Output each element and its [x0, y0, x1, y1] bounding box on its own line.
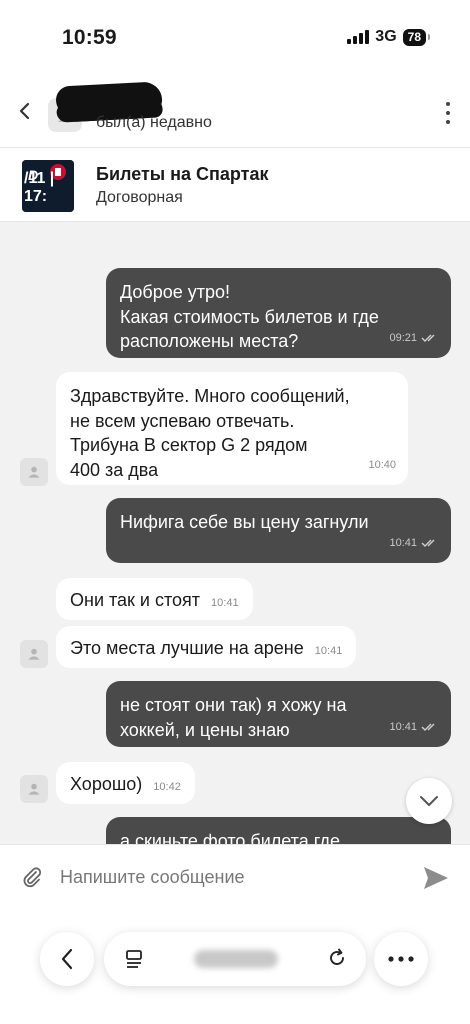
- message-time: 10:41: [314, 645, 343, 657]
- listing-title: Билеты на Спартак: [96, 164, 269, 184]
- more-horizontal-icon: [388, 956, 414, 962]
- message-time: 10:41: [211, 597, 239, 609]
- message-text: Это места лучшие на арене: [70, 638, 304, 658]
- back-arrow-icon[interactable]: [14, 100, 36, 122]
- paperclip-icon[interactable]: [20, 865, 44, 889]
- avatar[interactable]: [20, 640, 48, 668]
- read-check-icon: [421, 539, 435, 547]
- message-text: 400 за два: [70, 459, 159, 480]
- message-time: 10:42: [153, 781, 181, 793]
- message-meta: 10:41: [389, 715, 439, 740]
- listing-thumbnail: D /11 | 17:: [22, 160, 74, 212]
- message-text: Доброе утро!: [120, 282, 231, 302]
- more-vertical-icon[interactable]: [446, 102, 452, 124]
- read-check-icon: [421, 334, 435, 342]
- avatar[interactable]: [20, 458, 48, 486]
- battery-icon: 78: [402, 28, 431, 46]
- message-outgoing[interactable]: Нифига себе вы цену загнули 10:41: [106, 498, 451, 563]
- message-outgoing[interactable]: Доброе утро! Какая стоимость билетов и г…: [106, 268, 451, 358]
- chevron-down-icon: [420, 796, 438, 806]
- message-incoming[interactable]: Они так и стоят 10:41: [56, 578, 253, 620]
- browser-back-button[interactable]: [40, 932, 94, 986]
- message-time: 09:21: [389, 331, 417, 344]
- redacted-username: [55, 81, 163, 117]
- user-status: был(а) недавно: [96, 114, 212, 131]
- message-text: Трибуна B сектор G 2 рядом: [70, 435, 308, 455]
- message-meta: 09:21: [389, 326, 439, 351]
- listing-thumb-text: /11 | 17:: [24, 170, 55, 205]
- message-time: 10:41: [389, 536, 417, 549]
- more-menu-button[interactable]: [374, 932, 428, 986]
- message-time: 10:40: [368, 458, 396, 471]
- message-meta: 10:40: [368, 453, 396, 478]
- message-meta: 10:41: [389, 531, 439, 556]
- avatar[interactable]: [20, 775, 48, 803]
- message-incoming[interactable]: Это места лучшие на арене 10:41: [56, 626, 357, 668]
- message-text: а скиньте фото билета где: [120, 831, 340, 844]
- chat-header: был(а) недавно: [0, 78, 470, 148]
- message-composer: [0, 844, 470, 908]
- reload-icon[interactable]: [326, 947, 348, 974]
- message-list[interactable]: Доброе утро! Какая стоимость билетов и г…: [0, 222, 470, 844]
- signal-icon: [347, 30, 370, 44]
- message-text: Хорошо): [70, 774, 143, 794]
- browser-toolbar: [0, 908, 470, 1024]
- message-text: Они так и стоят: [70, 590, 201, 610]
- tabs-icon[interactable]: [124, 948, 146, 975]
- status-bar: 10:59 3G 78: [0, 0, 470, 78]
- message-outgoing[interactable]: а скиньте фото билета где: [106, 817, 451, 844]
- message-outgoing[interactable]: не стоят они так) я хожу на хоккей, и це…: [106, 681, 451, 747]
- scroll-down-button[interactable]: [406, 778, 452, 824]
- message-text: Здравствуйте. Много сообщений,: [70, 386, 350, 406]
- redacted-url: [194, 950, 278, 968]
- message-text: не всем успеваю отвечать.: [70, 410, 295, 431]
- status-indicators: 3G 78: [347, 28, 431, 46]
- send-icon[interactable]: [422, 865, 450, 891]
- message-time: 10:41: [389, 720, 417, 733]
- address-bar[interactable]: [104, 932, 366, 986]
- read-check-icon: [421, 723, 435, 731]
- chevron-left-icon: [61, 948, 73, 970]
- listing-card[interactable]: D /11 | 17: Билеты на Спартак Договорная: [0, 148, 470, 222]
- message-incoming[interactable]: Хорошо) 10:42: [56, 762, 195, 804]
- message-incoming[interactable]: Здравствуйте. Много сообщений, не всем у…: [56, 372, 408, 485]
- status-time: 10:59: [62, 26, 117, 49]
- message-input[interactable]: [60, 863, 380, 891]
- listing-price: Договорная: [96, 189, 183, 206]
- network-type: 3G: [375, 28, 397, 45]
